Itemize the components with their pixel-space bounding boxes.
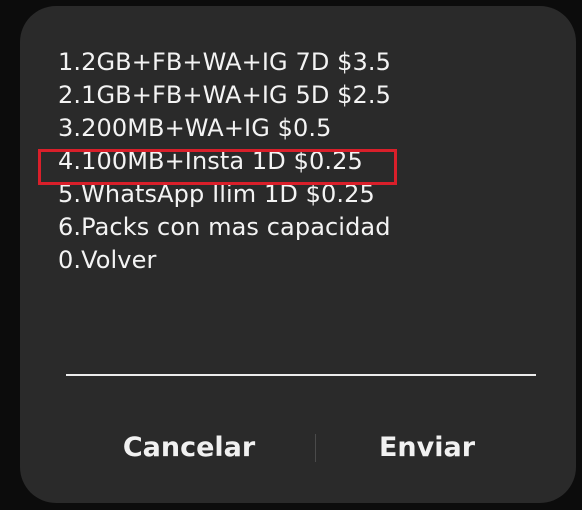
send-button[interactable]: Enviar [376,426,478,470]
menu-option-0: 0.Volver [58,246,157,274]
button-divider [315,434,316,462]
cancel-button[interactable]: Cancelar [119,426,259,470]
menu-option-3: 3.200MB+WA+IG $0.5 [58,114,332,142]
ussd-dialog: 1.2GB+FB+WA+IG 7D $3.5 2.1GB+FB+WA+IG 5D… [20,6,576,503]
background-app-content [100,503,480,510]
menu-option-6: 6.Packs con mas capacidad [58,213,391,241]
menu-option-1: 1.2GB+FB+WA+IG 7D $3.5 [58,48,391,76]
reply-input[interactable] [66,326,536,376]
highlight-annotation-box [38,149,397,185]
menu-option-2: 2.1GB+FB+WA+IG 5D $2.5 [58,81,391,109]
